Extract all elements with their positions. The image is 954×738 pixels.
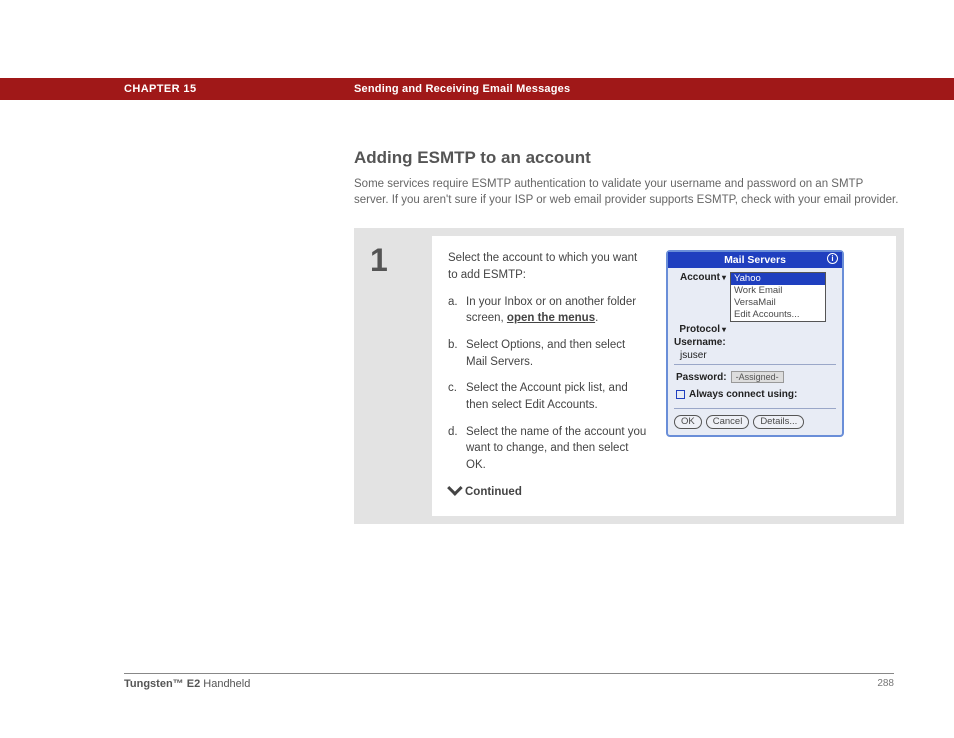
mail-servers-dialog: Mail Servers i Account Yahoo Work Email …: [666, 250, 844, 437]
substep-d: d. Select the name of the account you wa…: [448, 424, 648, 474]
page-footer: Tungsten™ E2 Handheld 288: [124, 673, 894, 690]
step-instructions: Select the account to which you want to …: [448, 250, 648, 500]
picklist-item-edit[interactable]: Edit Accounts...: [731, 309, 825, 321]
substep-c: c. Select the Account pick list, and the…: [448, 380, 648, 413]
chapter-number: CHAPTER 15: [124, 83, 354, 95]
substep-a: a. In your Inbox or on another folder sc…: [448, 294, 648, 327]
info-icon[interactable]: i: [827, 253, 838, 264]
picklist-item-work[interactable]: Work Email: [731, 285, 825, 297]
section-intro: Some services require ESMTP authenticati…: [354, 176, 899, 208]
picklist-item-yahoo[interactable]: Yahoo: [731, 273, 825, 285]
always-connect-checkbox[interactable]: [676, 390, 685, 399]
account-picklist[interactable]: Yahoo Work Email VersaMail Edit Accounts…: [730, 272, 826, 322]
page-number: 288: [877, 678, 894, 690]
section-heading: Adding ESMTP to an account: [354, 148, 899, 168]
details-button[interactable]: Details...: [753, 415, 804, 429]
password-value[interactable]: -Assigned-: [731, 371, 784, 383]
username-label: Username:: [674, 337, 730, 348]
account-label[interactable]: Account: [674, 272, 730, 283]
step-panel: 1 Select the account to which you want t…: [354, 228, 904, 524]
product-name: Tungsten™ E2 Handheld: [124, 678, 250, 690]
password-label: Password:: [676, 372, 727, 383]
chapter-header: CHAPTER 15 Sending and Receiving Email M…: [0, 78, 954, 100]
picklist-item-versamail[interactable]: VersaMail: [731, 297, 825, 309]
cancel-button[interactable]: Cancel: [706, 415, 750, 429]
chapter-title: Sending and Receiving Email Messages: [354, 83, 570, 95]
substep-b: b. Select Options, and then select Mail …: [448, 337, 648, 370]
dialog-title: Mail Servers i: [668, 252, 842, 268]
always-connect-label: Always connect using:: [689, 389, 797, 400]
username-value: jsuser: [674, 350, 836, 361]
continued-indicator: Continued: [448, 484, 648, 501]
protocol-label[interactable]: Protocol: [674, 324, 730, 335]
ok-button[interactable]: OK: [674, 415, 702, 429]
step-number: 1: [362, 236, 432, 279]
open-menus-link[interactable]: open the menus: [507, 312, 595, 324]
step-lead: Select the account to which you want to …: [448, 250, 648, 283]
